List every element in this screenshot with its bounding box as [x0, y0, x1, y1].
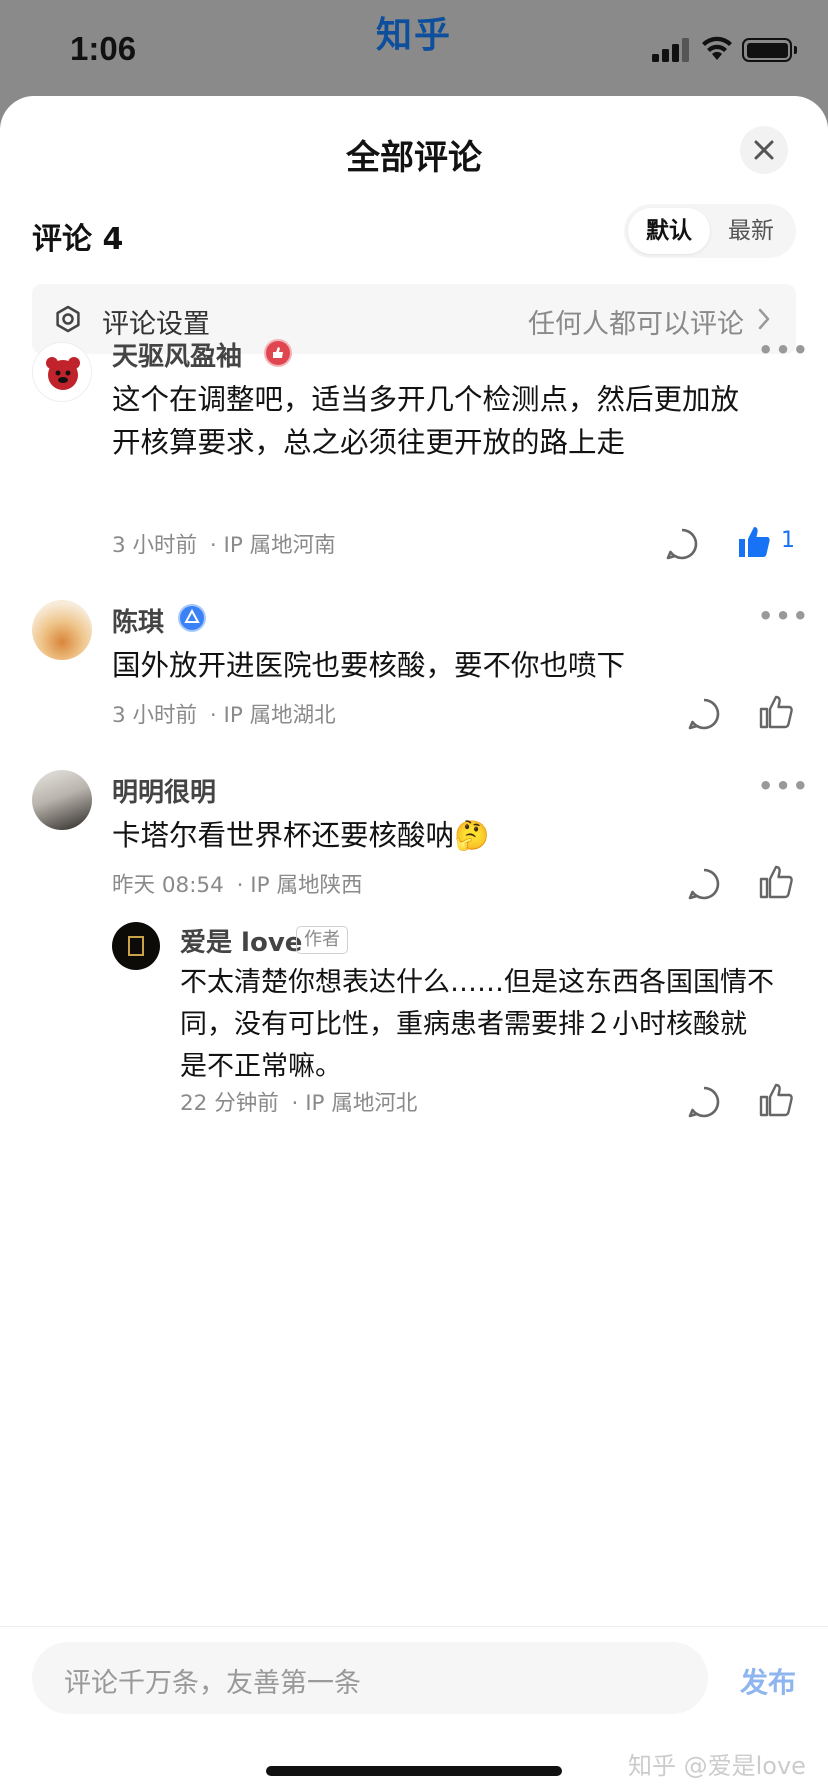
more-options-button[interactable]: •••	[758, 602, 810, 630]
avatar[interactable]	[32, 342, 92, 402]
username[interactable]: 陈琪	[112, 602, 164, 639]
app-name: 知乎	[376, 15, 453, 56]
comment-input[interactable]: 评论千万条，友善第一条	[32, 1642, 708, 1714]
like-icon[interactable]	[758, 1082, 794, 1118]
comment-text: 国外放开进医院也要核酸，要不你也喷下	[112, 644, 625, 687]
publish-button[interactable]: 发布	[740, 1661, 796, 1701]
avatar[interactable]	[32, 600, 92, 660]
comment-text: 这个在调整吧，适当多开几个检测点，然后更加放 开核算要求，总之必须往更开放的路上…	[112, 378, 739, 464]
username[interactable]: 天驱风盈袖	[112, 336, 242, 373]
avatar[interactable]	[112, 922, 160, 970]
like-icon[interactable]	[758, 694, 794, 730]
reply-line: 是不正常嘛。	[180, 1051, 342, 1082]
cellular-signal-icon	[652, 38, 692, 62]
more-options-button[interactable]: •••	[758, 772, 810, 800]
chevron-right-icon	[758, 308, 770, 330]
avatar[interactable]	[32, 770, 92, 830]
comment-time: 3 小时前	[112, 703, 198, 728]
user-badge-icon	[178, 604, 206, 632]
comment-meta: 3 小时前 · IP 属地湖北	[112, 698, 336, 729]
settings-value: 任何人都可以评论	[528, 309, 744, 340]
reply-text: 不太清楚你想表达什么……但是这东西各国国情不 同，没有可比性，重病患者需要排２小…	[180, 962, 774, 1088]
comment-time: 昨天 08:54	[112, 873, 224, 898]
username[interactable]: 明明很明	[112, 772, 216, 809]
reply-icon[interactable]	[664, 526, 700, 562]
home-indicator[interactable]	[266, 1766, 562, 1776]
comment-ip: · IP 属地湖北	[209, 703, 336, 728]
reply-icon[interactable]	[686, 696, 722, 732]
thinking-emoji: 🤔	[454, 819, 490, 852]
settings-icon	[56, 305, 80, 333]
comment-input-placeholder: 评论千万条，友善第一条	[64, 1668, 361, 1699]
username[interactable]: 爱是 love	[180, 922, 302, 959]
reply-icon[interactable]	[686, 1084, 722, 1120]
comment-line: 开核算要求，总之必须往更开放的路上走	[112, 426, 626, 459]
user-badge-icon	[264, 339, 292, 367]
composer-divider	[0, 1626, 828, 1627]
comment-ip: · IP 属地河南	[209, 533, 336, 558]
like-count: 1	[781, 528, 795, 553]
reply-meta: 22 分钟前 · IP 属地河北	[180, 1086, 417, 1117]
comment-line: 卡塔尔看世界杯还要核酸呐	[112, 819, 455, 852]
like-icon-active[interactable]	[736, 524, 772, 560]
more-options-button[interactable]: •••	[758, 336, 810, 364]
sort-toggle: 默认 最新	[624, 204, 796, 258]
sort-default-button[interactable]: 默认	[628, 208, 710, 254]
close-button[interactable]	[740, 126, 788, 174]
reply-line: 不太清楚你想表达什么……但是这东西各国国情不	[180, 967, 774, 998]
close-icon	[754, 140, 774, 160]
reply-ip: · IP 属地河北	[291, 1091, 418, 1116]
comment-text: 卡塔尔看世界杯还要核酸呐🤔	[112, 814, 490, 857]
reply-line: 同，没有可比性，重病患者需要排２小时核酸就	[180, 1009, 747, 1040]
reply-time: 22 分钟前	[180, 1091, 279, 1116]
author-tag: 作者	[296, 926, 348, 954]
battery-icon	[742, 38, 797, 62]
comment-line: 这个在调整吧，适当多开几个检测点，然后更加放	[112, 383, 740, 416]
sort-latest-button[interactable]: 最新	[710, 208, 792, 254]
comment-count: 评论 4	[32, 222, 124, 257]
status-time: 1:06	[70, 30, 137, 67]
comment-time: 3 小时前	[112, 533, 198, 558]
comment-meta: 3 小时前 · IP 属地河南	[112, 528, 336, 559]
comment-meta: 昨天 08:54 · IP 属地陕西	[112, 868, 362, 899]
sheet-title: 全部评论	[346, 138, 482, 178]
watermark: 知乎 @爱是love	[628, 1752, 806, 1780]
wifi-icon	[702, 36, 732, 60]
comment-ip: · IP 属地陕西	[236, 873, 363, 898]
comment-line: 国外放开进医院也要核酸，要不你也喷下	[112, 649, 626, 682]
reply-icon[interactable]	[686, 866, 722, 902]
status-bar: 1:06 知乎	[0, 0, 828, 96]
like-icon[interactable]	[758, 864, 794, 900]
comments-sheet: 全部评论 评论 4 默认 最新 评论设置 任何人都可以评论 天驱风盈袖 ••• …	[0, 96, 828, 1792]
